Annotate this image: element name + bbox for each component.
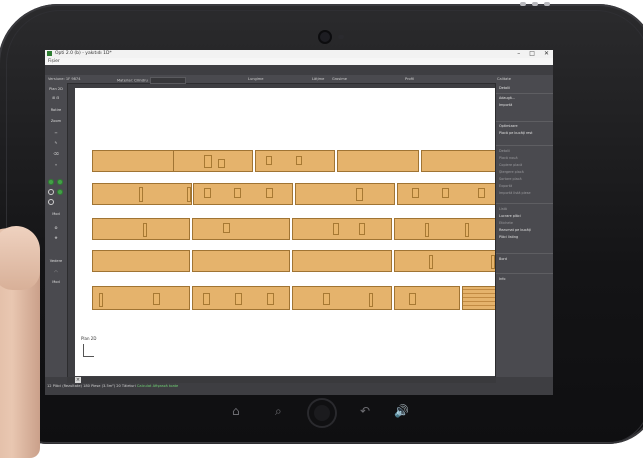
- status-text: 12 Plăci (Rezultate) 180 Piese (3.5m²) 2…: [47, 384, 178, 388]
- panel[interactable]: [192, 250, 290, 272]
- ruler-icon[interactable]: ⇿: [48, 130, 64, 137]
- rp-item-sort-sheet[interactable]: Sortare placă: [499, 177, 522, 181]
- menu-bar: Fișier: [45, 58, 553, 65]
- axis-icon: [83, 344, 94, 357]
- panel[interactable]: [92, 286, 190, 310]
- mode-label: Mod: [52, 280, 60, 284]
- version-label: Versiune: 1F 9874: [48, 77, 81, 81]
- confirm-icon[interactable]: [57, 189, 63, 195]
- pencil-icon[interactable]: ✎: [48, 140, 64, 147]
- rp-item-copy-sheet[interactable]: Copiere placă: [499, 163, 522, 167]
- rp-item-list[interactable]: Listă: [499, 207, 507, 211]
- rp-item-new-sheet[interactable]: Placă nouă: [499, 156, 518, 160]
- right-panel-header: Detalii: [499, 86, 510, 90]
- rp-item-import-list[interactable]: Importă listă piese: [499, 191, 531, 195]
- panel[interactable]: [92, 150, 178, 172]
- title-bar: Opti 2.0 (b) - yakıtıdı 1D* – □ ✕: [45, 50, 553, 58]
- window-controls: – □ ✕: [517, 50, 549, 57]
- rp-item-add[interactable]: Adaugă...: [499, 96, 515, 100]
- material-title: Material: Cilindru: [117, 78, 148, 83]
- volume-icon[interactable]: 🔊: [394, 404, 409, 418]
- home-button[interactable]: [309, 400, 335, 426]
- panel[interactable]: [192, 218, 290, 240]
- rp-item-delete-sheet[interactable]: Ștergere placă: [499, 170, 524, 174]
- length-label: Lungime: [248, 77, 264, 81]
- panel[interactable]: [92, 250, 190, 272]
- rp-item-listing[interactable]: Plăci listing: [499, 235, 518, 239]
- panel[interactable]: [173, 150, 253, 172]
- panel[interactable]: [193, 183, 293, 205]
- app-logo-icon: [47, 51, 52, 56]
- panel[interactable]: [295, 183, 395, 205]
- camera-icon: [320, 32, 330, 42]
- status-extra: Afișează toate: [152, 384, 179, 388]
- back-icon[interactable]: ↶: [360, 404, 370, 418]
- rp-item-import[interactable]: Importă: [499, 103, 512, 107]
- rp-item-details[interactable]: Detalii: [499, 149, 510, 153]
- options-icon[interactable]: [48, 199, 54, 205]
- panel[interactable]: [292, 286, 392, 310]
- quality-label: Calitate: [497, 77, 511, 81]
- status-state: Calculat: [136, 384, 152, 388]
- sensor-icon: [338, 35, 344, 39]
- toolbar: Versiune: 1F 9874 Material: Cilindru Lun…: [45, 75, 553, 84]
- panel[interactable]: [394, 218, 511, 240]
- panel[interactable]: [397, 183, 511, 205]
- speaker-dots: [520, 2, 550, 6]
- rp-item-info[interactable]: Info: [499, 277, 505, 281]
- zoom-button[interactable]: Zoom: [48, 118, 64, 125]
- panel[interactable]: [92, 218, 190, 240]
- right-panel: Detalii Adaugă... Importă Optimizare Pla…: [495, 83, 553, 377]
- move-icon[interactable]: ✥: [48, 235, 64, 242]
- status-bar: 12 Plăci (Rezultate) 180 Piese (3.5m²) 2…: [45, 383, 553, 395]
- thumb: [0, 226, 40, 290]
- panel[interactable]: [92, 183, 192, 205]
- home-icon[interactable]: ⌂: [232, 404, 240, 418]
- circle-icon[interactable]: [48, 189, 54, 195]
- panel[interactable]: [394, 250, 511, 272]
- material-label: Material: Cilindru: [117, 77, 186, 84]
- left-toolbar: Plan 2D ⊞ ⊟ Rotire Zoom ⇿ ✎ ⌫ ⌖ Mod ⚙ ✥ …: [45, 83, 68, 377]
- window-title: Opti 2.0 (b) - yakıtıdı 1D*: [55, 51, 112, 56]
- green-add-icon[interactable]: [57, 179, 63, 185]
- menu-file[interactable]: Fișier: [48, 59, 60, 64]
- gear-icon[interactable]: ⚙: [48, 225, 64, 232]
- grid-button[interactable]: ⊞ ⊟: [48, 95, 64, 102]
- material-dropdown[interactable]: [149, 77, 186, 84]
- panel[interactable]: [337, 150, 419, 172]
- plan-label: Plan 2D: [81, 336, 97, 341]
- panel[interactable]: [255, 150, 335, 172]
- arc-icon[interactable]: ◠: [48, 269, 64, 276]
- close-button[interactable]: ✕: [544, 50, 549, 57]
- maximize-button[interactable]: □: [529, 50, 535, 57]
- rp-item-summary[interactable]: Rezumat pe bucăți: [499, 228, 531, 232]
- rp-item-rest[interactable]: Placă pe bucăți rest: [499, 131, 533, 135]
- view-button[interactable]: Vedere: [48, 258, 64, 265]
- select-icon[interactable]: ⌖: [48, 162, 64, 169]
- green-circle-icon[interactable]: [48, 179, 54, 185]
- mode-button[interactable]: Mod: [48, 211, 64, 218]
- rp-item-work[interactable]: Lucrare plăci: [499, 214, 521, 218]
- thickness-label: Grosime: [332, 77, 347, 81]
- panel[interactable]: [292, 250, 392, 272]
- eraser-icon[interactable]: ⌫: [48, 151, 64, 158]
- cutting-canvas[interactable]: Plan 2D: [75, 88, 533, 376]
- rp-item-board[interactable]: Bord: [499, 257, 507, 261]
- width-label: Lățime: [312, 77, 325, 81]
- search-icon[interactable]: ⌕: [275, 404, 282, 419]
- panel[interactable]: [394, 286, 460, 310]
- panel[interactable]: [192, 286, 290, 310]
- minimize-button[interactable]: –: [517, 50, 520, 57]
- app-screen: Opti 2.0 (b) - yakıtıdı 1D* – □ ✕ Fișier…: [45, 50, 553, 395]
- panel[interactable]: [292, 218, 392, 240]
- rp-item-export[interactable]: Exportă: [499, 184, 512, 188]
- plan-2d-button[interactable]: Plan 2D: [48, 86, 64, 93]
- status-summary: 12 Plăci (Rezultate) 180 Piese (3.5m²) 2…: [47, 384, 136, 388]
- profile-label: Profil: [405, 77, 414, 81]
- rotate-button[interactable]: Rotire: [48, 107, 64, 114]
- rp-item-labels[interactable]: Etichete: [499, 221, 513, 225]
- rp-item-optimize[interactable]: Optimizare: [499, 124, 518, 128]
